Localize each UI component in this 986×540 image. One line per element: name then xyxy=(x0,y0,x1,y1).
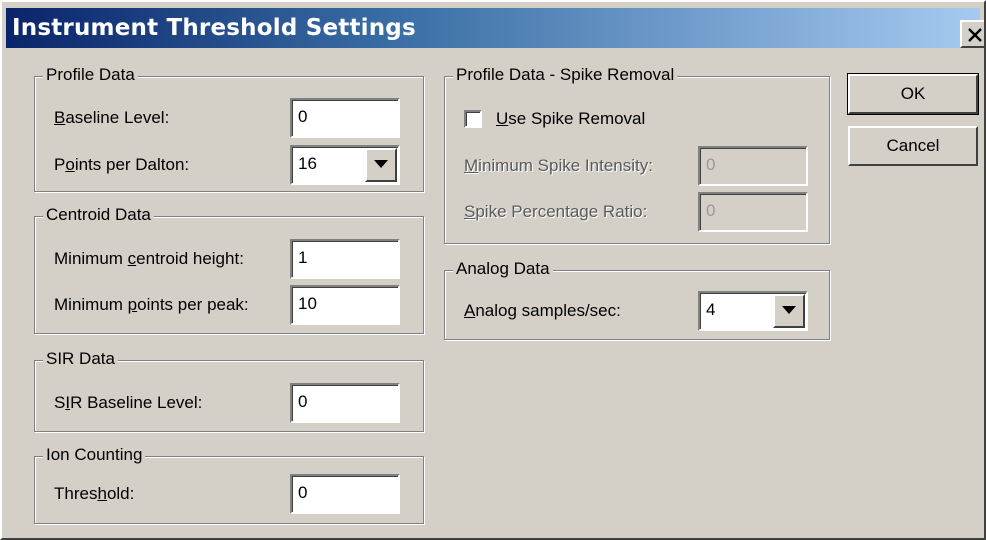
baseline-level-label: Baseline Level: xyxy=(54,108,170,127)
baseline-level-input[interactable]: 0 xyxy=(290,98,400,138)
points-per-dalton-dropdown-button[interactable] xyxy=(365,148,397,182)
ok-button[interactable]: OK xyxy=(847,73,979,115)
spike-percentage-ratio-label: Spike Percentage Ratio: xyxy=(464,202,648,221)
chevron-down-icon xyxy=(782,306,796,314)
min-points-per-peak-input[interactable]: 10 xyxy=(290,285,400,325)
analog-data-legend: Analog Data xyxy=(453,258,553,280)
sir-baseline-level-input[interactable]: 0 xyxy=(290,383,400,423)
use-spike-removal-checkbox[interactable] xyxy=(464,110,482,128)
cancel-button[interactable]: Cancel xyxy=(848,126,978,166)
min-spike-intensity-input[interactable]: 0 xyxy=(698,146,808,186)
chevron-down-icon xyxy=(374,160,388,168)
min-points-per-peak-label: Minimum points per peak: xyxy=(54,295,249,314)
use-spike-removal-label[interactable]: Use Spike Removal xyxy=(496,108,645,130)
profile-data-legend: Profile Data xyxy=(43,64,138,86)
spike-removal-legend: Profile Data - Spike Removal xyxy=(453,64,678,86)
threshold-input[interactable]: 0 xyxy=(290,474,400,514)
analog-samples-value: 4 xyxy=(706,300,716,319)
points-per-dalton-label: Points per Dalton: xyxy=(54,155,190,174)
centroid-data-legend: Centroid Data xyxy=(43,204,154,226)
analog-samples-label: Analog samples/sec: xyxy=(464,301,621,320)
instrument-threshold-dialog: Instrument Threshold Settings Profile Da… xyxy=(0,0,986,540)
spike-percentage-ratio-input[interactable]: 0 xyxy=(698,192,808,232)
window-title: Instrument Threshold Settings xyxy=(12,15,416,41)
sir-data-legend: SIR Data xyxy=(43,348,118,370)
points-per-dalton-value: 16 xyxy=(298,154,317,173)
points-per-dalton-dropdown[interactable]: 16 xyxy=(290,145,400,185)
min-centroid-height-label: Minimum centroid height: xyxy=(54,249,244,268)
ion-counting-legend: Ion Counting xyxy=(43,444,146,466)
close-button[interactable] xyxy=(960,20,984,48)
min-spike-intensity-label: Minimum Spike Intensity: xyxy=(464,156,653,175)
threshold-label: Threshold: xyxy=(54,484,135,503)
sir-baseline-level-label: SIR Baseline Level: xyxy=(54,393,203,412)
title-bar[interactable]: Instrument Threshold Settings xyxy=(6,8,984,48)
analog-samples-dropdown-button[interactable] xyxy=(773,294,805,328)
close-icon xyxy=(968,28,982,42)
min-centroid-height-input[interactable]: 1 xyxy=(290,239,400,279)
analog-samples-dropdown[interactable]: 4 xyxy=(698,291,808,331)
